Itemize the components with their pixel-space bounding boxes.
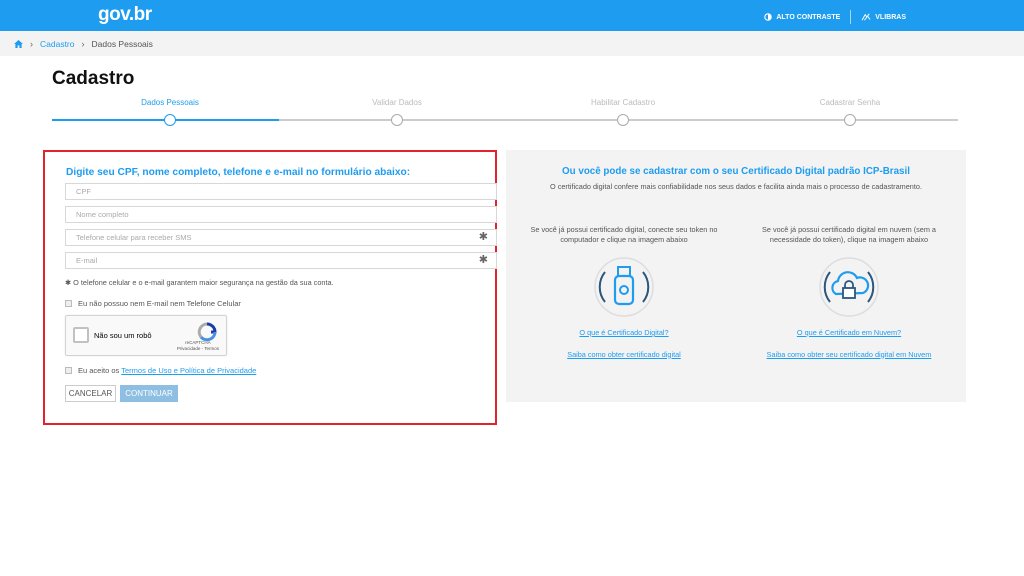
recaptcha-label: Não sou um robô [94, 331, 152, 340]
high-contrast-label: ALTO CONTRASTE [776, 13, 841, 21]
step-dot-1 [164, 114, 176, 126]
email-input[interactable]: E-mail ✱ [65, 252, 497, 269]
security-note: ✱ O telefone celular e o e-mail garantem… [65, 278, 334, 287]
certificate-subtitle: O certificado digital confere mais confi… [550, 182, 922, 191]
step-habilitar-cadastro: Habilitar Cadastro [590, 98, 656, 107]
breadcrumb-cadastro-link[interactable]: Cadastro [40, 39, 75, 49]
cancel-button[interactable]: CANCELAR [65, 385, 116, 402]
required-asterisk-icon: ✱ [65, 278, 72, 287]
accessibility-bar: ALTO CONTRASTE VLIBRAS [764, 10, 906, 24]
continue-button[interactable]: CONTINUAR [120, 385, 178, 402]
certificate-title: Ou você pode se cadastrar com o seu Cert… [562, 166, 910, 177]
vlibras-label: VLIBRAS [875, 13, 906, 21]
form-title: Digite seu CPF, nome completo, telefone … [66, 167, 411, 178]
phone-placeholder: Telefone celular para receber SMS [76, 233, 192, 242]
cloud-instructions: Se você já possui certificado digital em… [762, 225, 936, 244]
recaptcha-widget: Não sou um robô reCAPTCHA Privacidade - T… [65, 315, 227, 356]
step-cadastrar-senha: Cadastrar Senha [819, 98, 881, 107]
required-asterisk-icon: ✱ [478, 254, 488, 266]
cloud-certificate-column: Se você já possui certificado digital em… [749, 225, 949, 359]
contrast-icon [764, 13, 773, 21]
breadcrumb-current: Dados Pessoais [91, 38, 153, 49]
page-title: Cadastro [52, 68, 135, 89]
checkbox-box[interactable] [65, 300, 72, 307]
no-contact-label: Eu não possuo nem E-mail nem Telefone Ce… [78, 299, 241, 308]
breadcrumb: › Cadastro › Dados Pessoais [0, 31, 1024, 56]
cloud-lock-icon[interactable] [818, 256, 880, 318]
chevron-right-icon: › [81, 38, 85, 49]
step-dados-pessoais: Dados Pessoais [141, 98, 199, 107]
security-note-text: O telefone celular e o e-mail garantem m… [73, 278, 334, 287]
recaptcha-brand-text: reCAPTCHA [185, 340, 211, 345]
recaptcha-checkbox[interactable] [73, 327, 89, 343]
step-dot-3 [617, 114, 629, 126]
required-asterisk-icon: ✱ [478, 231, 488, 243]
recaptcha-links[interactable]: Privacidade - Termos [177, 346, 219, 351]
chevron-right-icon: › [30, 38, 33, 49]
accept-terms-text: Eu aceito os Termos de Uso e Política de… [78, 366, 256, 375]
phone-input[interactable]: Telefone celular para receber SMS ✱ [65, 229, 497, 246]
home-icon[interactable] [14, 39, 23, 48]
recaptcha-brand: reCAPTCHA Privacidade - Termos [177, 340, 219, 351]
get-certificate-link[interactable]: Saiba como obter certificado digital [524, 350, 724, 360]
get-cloud-certificate-link[interactable]: Saiba como obter seu certificado digital… [749, 350, 949, 360]
cpf-input[interactable]: CPF [65, 183, 497, 200]
what-is-cloud-certificate-link[interactable]: O que é Certificado em Nuvem? [749, 328, 949, 338]
cpf-placeholder: CPF [76, 187, 91, 196]
progress-steps: Dados Pessoais Validar Dados Habilitar C… [52, 98, 958, 128]
step-validar-dados: Validar Dados [372, 98, 422, 107]
email-placeholder: E-mail [76, 256, 98, 265]
govbr-logo[interactable]: gov.br [98, 4, 152, 26]
no-contact-checkbox[interactable]: Eu não possuo nem E-mail nem Telefone Ce… [65, 299, 241, 308]
registration-form: Digite seu CPF, nome completo, telefone … [43, 150, 497, 425]
accept-terms-checkbox[interactable]: Eu aceito os Termos de Uso e Política de… [65, 366, 256, 375]
vlibras-button[interactable]: VLIBRAS [861, 13, 906, 21]
recaptcha-logo-icon [197, 322, 217, 342]
certificate-panel: Ou você pode se cadastrar com o seu Cert… [506, 150, 966, 402]
token-certificate-column: Se você já possui certificado digital, c… [524, 225, 724, 359]
step-dot-4 [844, 114, 856, 126]
step-dot-2 [391, 114, 403, 126]
divider [850, 10, 852, 24]
high-contrast-button[interactable]: ALTO CONTRASTE [764, 13, 840, 21]
sign-language-icon [861, 13, 871, 21]
accept-prefix: Eu aceito os [78, 366, 122, 375]
checkbox-box[interactable] [65, 367, 72, 374]
full-name-placeholder: Nome completo [76, 210, 129, 219]
what-is-certificate-link[interactable]: O que é Certificado Digital? [524, 328, 724, 338]
top-bar: gov.br ALTO CONTRASTE VLIBRAS [0, 0, 1024, 31]
token-instructions: Se você já possui certificado digital, c… [530, 225, 718, 244]
terms-link[interactable]: Termos de Uso e Política de Privacidade [121, 366, 256, 375]
usb-token-icon[interactable] [593, 256, 655, 318]
full-name-input[interactable]: Nome completo [65, 206, 497, 223]
